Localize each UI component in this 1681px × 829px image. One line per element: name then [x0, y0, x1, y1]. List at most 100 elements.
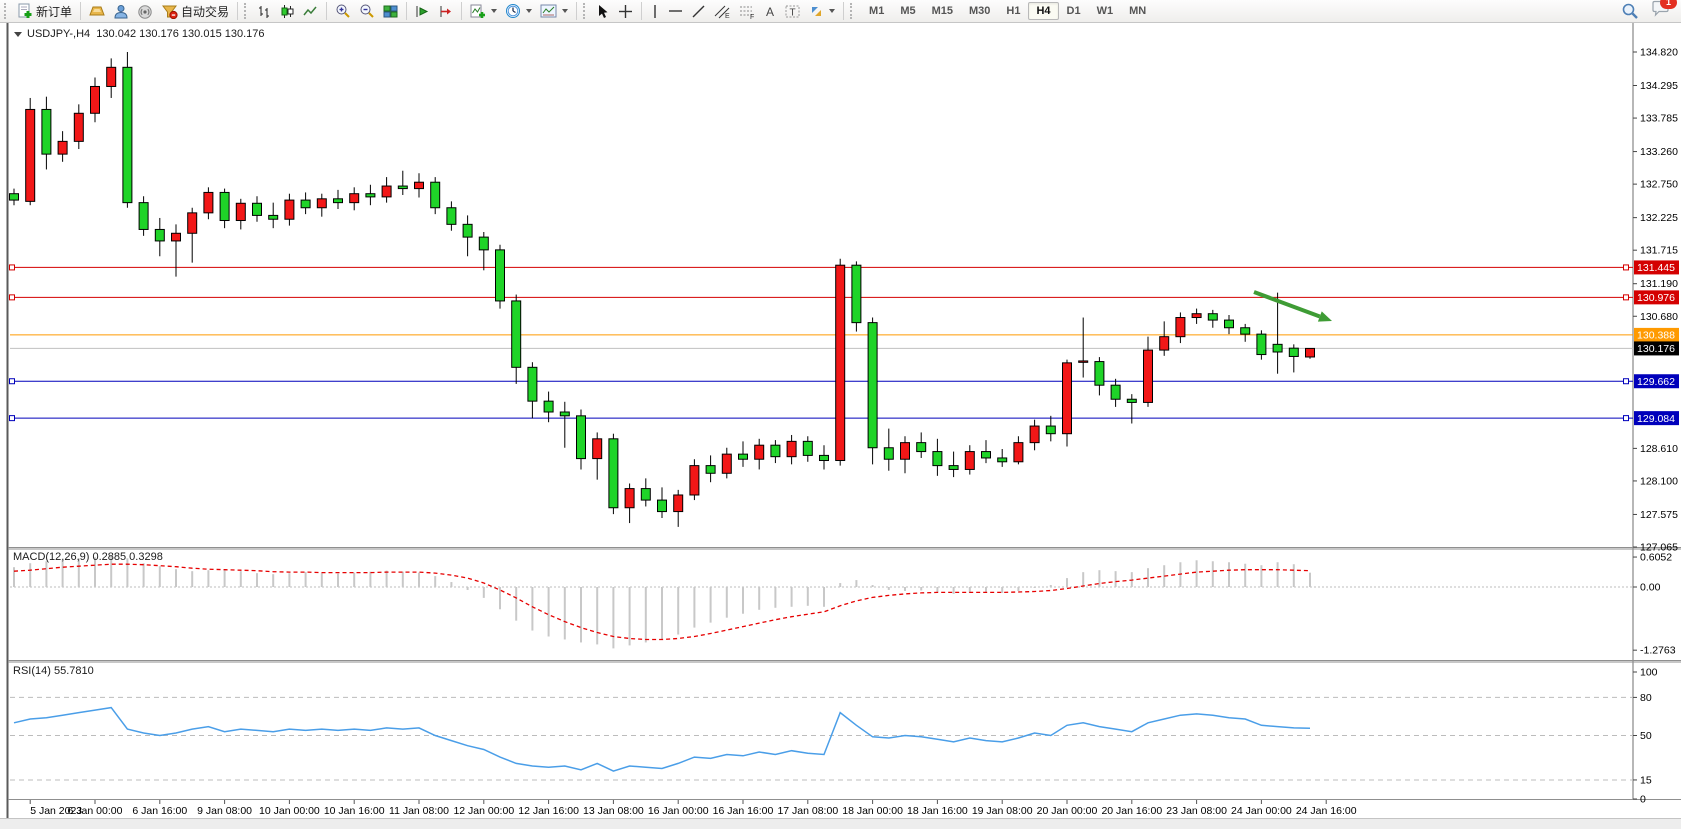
templates-icon: [540, 4, 557, 18]
chart-shift-button[interactable]: [434, 1, 457, 21]
dropdown-arrow-icon: [562, 9, 568, 13]
chart-symbol-period: USDJPY-,H4: [27, 28, 90, 40]
accounts-icon: [113, 4, 129, 19]
svg-text:6 Jan 00:00: 6 Jan 00:00: [68, 805, 123, 817]
svg-text:18 Jan 16:00: 18 Jan 16:00: [907, 805, 968, 817]
timeframe-button-d1[interactable]: D1: [1059, 2, 1089, 20]
svg-text:10 Jan 00:00: 10 Jan 00:00: [259, 805, 320, 817]
chat-button[interactable]: 1: [1651, 0, 1671, 23]
timeframe-button-mn[interactable]: MN: [1121, 2, 1154, 20]
autotrade-label: 自动交易: [181, 3, 229, 20]
timeframe-button-m15[interactable]: M15: [924, 2, 961, 20]
timeframe-button-h1[interactable]: H1: [998, 2, 1028, 20]
svg-text:17 Jan 08:00: 17 Jan 08:00: [777, 805, 838, 817]
toolbar: 新订单: [0, 0, 1681, 23]
svg-text:F: F: [750, 14, 754, 19]
arrows-button[interactable]: [805, 1, 839, 21]
bar-chart-button[interactable]: [253, 1, 276, 21]
indicators-icon: [470, 4, 486, 19]
svg-text:130.388: 130.388: [1637, 330, 1675, 342]
search-button[interactable]: [1617, 1, 1643, 21]
timeframe-button-m30[interactable]: M30: [961, 2, 998, 20]
toolbar-separator: [237, 2, 238, 20]
toolbar-grip: [850, 3, 857, 19]
line-chart-icon: [303, 4, 318, 19]
toolbar-separator: [843, 2, 844, 20]
fibonacci-button[interactable]: F: [735, 1, 760, 21]
trendline-icon: [691, 4, 706, 19]
toolbar-grip: [583, 3, 590, 19]
auto-scroll-button[interactable]: [411, 1, 434, 21]
svg-text:18 Jan 00:00: 18 Jan 00:00: [842, 805, 903, 817]
new-order-label: 新订单: [36, 3, 72, 20]
svg-text:12 Jan 00:00: 12 Jan 00:00: [453, 805, 514, 817]
cursor-icon: [596, 4, 610, 19]
tile-windows-button[interactable]: [379, 1, 402, 21]
equidistant-channel-icon: E: [714, 4, 731, 19]
horizontal-line-button[interactable]: [664, 1, 687, 21]
clock-icon: [505, 3, 521, 19]
macd-indicator-label: MACD(12,26,9) 0.2885 0.3298: [13, 551, 163, 563]
autotrade-icon: [161, 4, 178, 19]
svg-text:134.295: 134.295: [1640, 80, 1678, 92]
chart-title: USDJPY-,H4 130.042 130.176 130.015 130.1…: [14, 28, 265, 40]
search-icon: [1621, 2, 1639, 20]
bar-chart-icon: [257, 4, 272, 19]
dropdown-arrow-icon: [526, 9, 532, 13]
periods-button[interactable]: [501, 1, 536, 21]
svg-text:A: A: [766, 5, 774, 19]
svg-text:9 Jan 08:00: 9 Jan 08:00: [197, 805, 252, 817]
chart-collapse-icon[interactable]: [14, 32, 22, 37]
svg-text:23 Jan 08:00: 23 Jan 08:00: [1166, 805, 1227, 817]
gold-badge-button[interactable]: [85, 1, 109, 21]
indicators-button[interactable]: [466, 1, 501, 21]
zoom-in-button[interactable]: [331, 1, 355, 21]
text-label-button[interactable]: T: [781, 1, 805, 21]
price-axis[interactable]: 134.820134.295133.785133.260132.750132.2…: [1633, 47, 1679, 554]
autotrade-button[interactable]: 自动交易: [157, 1, 233, 21]
svg-text:133.260: 133.260: [1640, 146, 1678, 158]
dropdown-arrow-icon: [829, 9, 835, 13]
chart-canvas[interactable]: 134.820134.295133.785133.260132.750132.2…: [0, 0, 1681, 829]
tile-windows-icon: [383, 4, 398, 19]
svg-text:132.750: 132.750: [1640, 179, 1678, 191]
toolbar-separator: [80, 2, 81, 20]
signals-button[interactable]: [133, 1, 157, 21]
toolbar-grip: [4, 3, 11, 19]
candlestick-button[interactable]: [276, 1, 299, 21]
timeframe-button-w1[interactable]: W1: [1089, 2, 1122, 20]
line-chart-button[interactable]: [299, 1, 322, 21]
svg-text:131.715: 131.715: [1640, 245, 1678, 257]
signals-icon: [137, 4, 153, 19]
new-order-button[interactable]: 新订单: [13, 1, 76, 21]
zoom-out-button[interactable]: [355, 1, 379, 21]
svg-text:E: E: [725, 13, 730, 19]
notification-badge: 1: [1660, 0, 1677, 9]
svg-text:T: T: [790, 7, 796, 18]
crosshair-button[interactable]: [614, 1, 637, 21]
zoom-out-icon: [359, 3, 375, 19]
svg-text:130.976: 130.976: [1637, 292, 1675, 304]
svg-text:128.610: 128.610: [1640, 443, 1678, 455]
svg-text:-1.2763: -1.2763: [1640, 645, 1676, 657]
svg-text:6 Jan 16:00: 6 Jan 16:00: [132, 805, 187, 817]
templates-button[interactable]: [536, 1, 572, 21]
accounts-button[interactable]: [109, 1, 133, 21]
text-button[interactable]: A: [760, 1, 781, 21]
trendline-button[interactable]: [687, 1, 710, 21]
gold-badge-icon: [89, 4, 105, 18]
timeframe-group: M1M5M15M30H1H4D1W1MN: [861, 2, 1154, 20]
svg-text:24 Jan 00:00: 24 Jan 00:00: [1231, 805, 1292, 817]
cursor-button[interactable]: [592, 1, 614, 21]
toolbar-grip: [244, 3, 251, 19]
svg-text:130.680: 130.680: [1640, 311, 1678, 323]
toolbar-separator: [326, 2, 327, 20]
timeframe-button-m1[interactable]: M1: [861, 2, 892, 20]
equidistant-channel-button[interactable]: E: [710, 1, 735, 21]
timeframe-button-h4[interactable]: H4: [1028, 2, 1058, 20]
chart-ohlc-values: 130.042 130.176 130.015 130.176: [96, 28, 264, 40]
timeframe-button-m5[interactable]: M5: [892, 2, 923, 20]
vertical-line-button[interactable]: [646, 1, 664, 21]
chart-shift-icon: [438, 4, 453, 19]
crosshair-icon: [618, 4, 633, 19]
